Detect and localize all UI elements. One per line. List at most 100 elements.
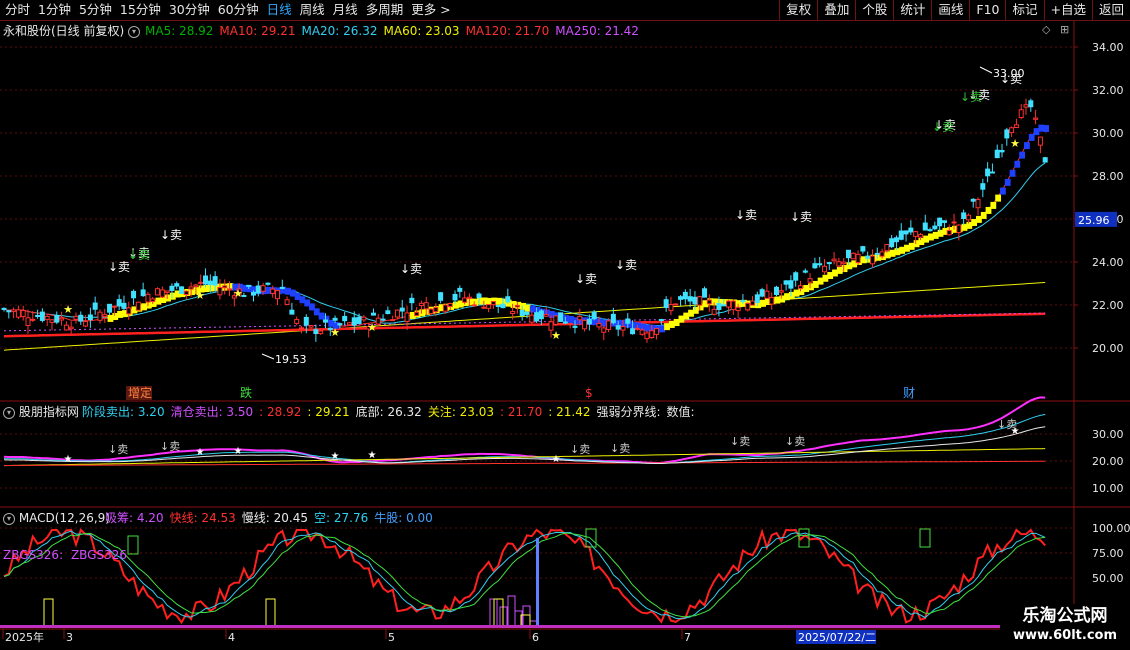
candle-body — [227, 288, 233, 291]
window-controls: ◇ ⊞ — [1042, 23, 1069, 37]
candle-body — [346, 322, 352, 326]
candle-body — [212, 276, 218, 286]
ma-label-4: MA120: 21.70 — [465, 24, 550, 38]
cursor-date-label: 2025/07/22/二 — [798, 631, 876, 644]
diamond-icon[interactable]: ◇ — [1042, 23, 1050, 36]
bottom-signal-box — [265, 598, 276, 628]
candle-body — [447, 303, 453, 308]
indicator-title[interactable]: ▾ 股朋指标网 — [3, 405, 79, 419]
tab-period-4[interactable]: 30分钟 — [164, 0, 213, 20]
candle-body — [145, 293, 151, 303]
star-icon: ★ — [196, 447, 205, 458]
function-button-6[interactable]: 标记 — [1005, 0, 1043, 20]
candle-body — [601, 327, 607, 333]
zbgs-label-text2: ZBGS326 — [70, 548, 127, 562]
candle-body — [83, 321, 89, 327]
tab-period-6[interactable]: 日线 — [262, 0, 295, 20]
tab-period-2[interactable]: 5分钟 — [74, 0, 115, 20]
macd-label-0: 吸筹: 4.20 — [105, 511, 164, 525]
candle-body — [390, 319, 396, 322]
sell-marker: ↓卖 — [108, 260, 130, 274]
macd-title[interactable]: ▾ MACD(12,26,9) — [3, 511, 110, 525]
function-button-4[interactable]: 画线 — [931, 0, 969, 20]
high-price-label: 33.00 — [993, 67, 1025, 80]
candle-body — [697, 296, 703, 306]
chevron-down-icon[interactable]: ▾ — [3, 512, 15, 525]
candle-body — [682, 291, 688, 300]
candle-body — [937, 217, 943, 227]
candle-body — [217, 286, 223, 296]
candle-body — [673, 303, 679, 306]
candle-body — [668, 304, 674, 312]
candle-body — [486, 304, 492, 309]
function-button-5[interactable]: F10 — [969, 0, 1005, 20]
function-button-0[interactable]: 复权 — [779, 0, 817, 20]
tab-period-7[interactable]: 周线 — [295, 0, 328, 20]
candle-body — [860, 246, 866, 252]
candle-body — [543, 313, 549, 317]
candle-body — [39, 311, 45, 321]
candle-body — [279, 286, 285, 289]
candle-body — [1, 307, 7, 310]
macd-tick-label: 50.00 — [1092, 572, 1124, 585]
indicator-label-0: 阶段卖出: 3.20 — [82, 405, 165, 419]
candle-body — [495, 304, 501, 307]
candle-body — [135, 301, 141, 311]
tab-period-0[interactable]: 分时 — [0, 0, 33, 20]
candle-body — [63, 324, 69, 331]
candle-body — [764, 290, 770, 299]
candle-body — [49, 319, 55, 323]
candle-body — [260, 285, 266, 292]
y-tick-label: 24.00 — [1092, 256, 1124, 269]
candle-body — [692, 296, 698, 305]
candle-body — [529, 314, 535, 323]
candle-body — [735, 306, 741, 312]
candle-body — [404, 312, 410, 322]
function-button-7[interactable]: +自选 — [1043, 0, 1092, 20]
tab-period-5[interactable]: 60分钟 — [213, 0, 262, 20]
candle-body — [980, 183, 986, 190]
function-button-1[interactable]: 叠加 — [817, 0, 855, 20]
sell-marker-green: ↓卖 — [128, 248, 150, 262]
indicator-label-1: 清仓卖出: 3.50 — [170, 405, 254, 419]
function-button-8[interactable]: 返回 — [1091, 0, 1130, 20]
chevron-down-icon[interactable]: ▾ — [128, 25, 141, 38]
candle-body — [721, 304, 727, 307]
candle-body — [203, 275, 209, 285]
star-icon: ★ — [331, 451, 340, 462]
function-button-3[interactable]: 统计 — [893, 0, 931, 20]
candle-body — [586, 318, 592, 325]
low-pointer — [261, 353, 275, 360]
ma-label-1: MA10: 29.21 — [219, 24, 296, 38]
candle-body — [337, 323, 343, 326]
function-button-2[interactable]: 个股 — [855, 0, 893, 20]
candle-body — [289, 309, 295, 315]
candle-body — [572, 325, 578, 328]
kline-chart-canvas[interactable]: 34.0032.0030.0028.0026.0024.0022.0020.00… — [0, 21, 1130, 650]
watermark-logo: 乐淘公式网 www.60lt.com — [1000, 604, 1130, 650]
macd-label-2: 慢线: 20.45 — [241, 511, 309, 525]
tab-period-8[interactable]: 月线 — [328, 0, 361, 20]
expand-icon[interactable]: ⊞ — [1060, 23, 1069, 36]
chevron-down-icon[interactable]: ▾ — [3, 406, 15, 419]
candle-body — [903, 230, 909, 235]
bottom-signal-box — [43, 598, 54, 628]
candle-body — [78, 314, 84, 322]
candle-body — [342, 315, 348, 322]
tab-period-3[interactable]: 15分钟 — [115, 0, 164, 20]
bottom-signal-box — [493, 598, 504, 628]
candle-body — [1028, 100, 1034, 108]
indicator-label-4: 底部: 26.32 — [355, 405, 422, 419]
blue-band-segment — [1024, 142, 1030, 150]
sell-marker: ↓卖 — [785, 435, 805, 448]
candle-body — [126, 307, 132, 315]
tab-period-9[interactable]: 多周期 — [361, 0, 407, 20]
tab-period-10[interactable]: 更多 > — [406, 0, 453, 20]
candle-body — [644, 332, 650, 340]
stock-title[interactable]: 永和股份(日线 前复权) ▾ — [3, 24, 141, 38]
candle-body — [270, 288, 276, 294]
bull-signal-bar — [536, 538, 539, 628]
candle-body — [807, 278, 813, 283]
ma-label-2: MA20: 26.32 — [301, 24, 378, 38]
tab-period-1[interactable]: 1分钟 — [33, 0, 74, 20]
